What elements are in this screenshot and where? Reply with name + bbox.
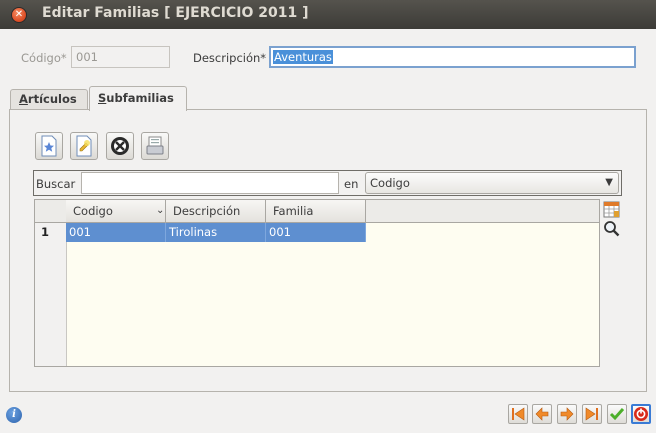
previous-record-button[interactable]	[532, 404, 552, 424]
table-config-button[interactable]	[603, 201, 620, 218]
edit-record-icon	[76, 135, 92, 157]
cancel-icon	[634, 407, 648, 421]
zoom-icon	[604, 221, 620, 237]
delete-record-icon	[111, 137, 129, 155]
edit-families-window: ✕ Editar Familias [ EJERCICIO 2011 ] Cód…	[0, 0, 656, 433]
accept-button[interactable]	[607, 404, 627, 424]
info-icon[interactable]: i	[6, 407, 22, 423]
accept-icon	[609, 408, 625, 421]
new-record-icon	[41, 135, 57, 157]
tab-articulos[interactable]: Artículos	[10, 89, 88, 110]
zoom-button[interactable]	[603, 220, 620, 237]
descripcion-field[interactable]: Aventuras	[269, 46, 636, 68]
search-field-selected: Codigo	[370, 176, 410, 190]
search-in-label: en	[344, 177, 359, 191]
row-number[interactable]: 1	[35, 223, 66, 242]
title-bar: ✕ Editar Familias [ EJERCICIO 2011 ]	[0, 0, 656, 29]
first-record-button[interactable]	[508, 404, 528, 424]
search-input[interactable]	[81, 172, 339, 194]
tab-subfamilias-label: ubfamilias	[106, 91, 174, 105]
next-icon	[560, 407, 574, 421]
chevron-down-icon: ▼	[605, 177, 613, 188]
subfamilias-table: Codigo ⌄ Descripción Familia 1 001 Tirol…	[34, 199, 600, 367]
column-header-descripcion[interactable]: Descripción	[166, 200, 266, 222]
print-icon	[146, 136, 164, 155]
cancel-button[interactable]	[631, 404, 651, 424]
first-icon	[512, 407, 525, 421]
descripcion-value: Aventuras	[273, 50, 333, 64]
cell-codigo[interactable]: 001	[66, 223, 166, 242]
previous-icon	[535, 407, 549, 421]
next-record-button[interactable]	[557, 404, 577, 424]
tab-subfamilias[interactable]: Subfamilias	[89, 86, 187, 111]
sort-descending-icon: ⌄	[156, 205, 165, 216]
cell-familia[interactable]: 001	[266, 223, 366, 242]
last-record-button[interactable]	[582, 404, 602, 424]
last-icon	[585, 407, 598, 421]
new-record-button[interactable]	[35, 132, 63, 160]
codigo-field: 001	[71, 46, 170, 68]
tab-articulos-mnemonic: A	[19, 92, 28, 106]
window-title: Editar Familias [ EJERCICIO 2011 ]	[42, 5, 309, 21]
codigo-label: Código*	[21, 51, 67, 65]
column-header-codigo-label: Codigo	[73, 204, 113, 218]
column-header-codigo[interactable]: Codigo ⌄	[66, 200, 166, 222]
search-label: Buscar	[36, 177, 76, 191]
delete-record-button[interactable]	[106, 132, 134, 160]
print-button[interactable]	[141, 132, 169, 160]
column-header-familia[interactable]: Familia	[266, 200, 366, 222]
table-config-icon	[603, 201, 620, 218]
descripcion-label: Descripción*	[193, 51, 267, 65]
search-field-select[interactable]: Codigo ▼	[365, 172, 619, 194]
close-window-button[interactable]: ✕	[11, 7, 27, 23]
cell-descripcion[interactable]: Tirolinas	[166, 223, 266, 242]
tab-articulos-label: rtículos	[27, 92, 77, 106]
edit-record-button[interactable]	[70, 132, 98, 160]
